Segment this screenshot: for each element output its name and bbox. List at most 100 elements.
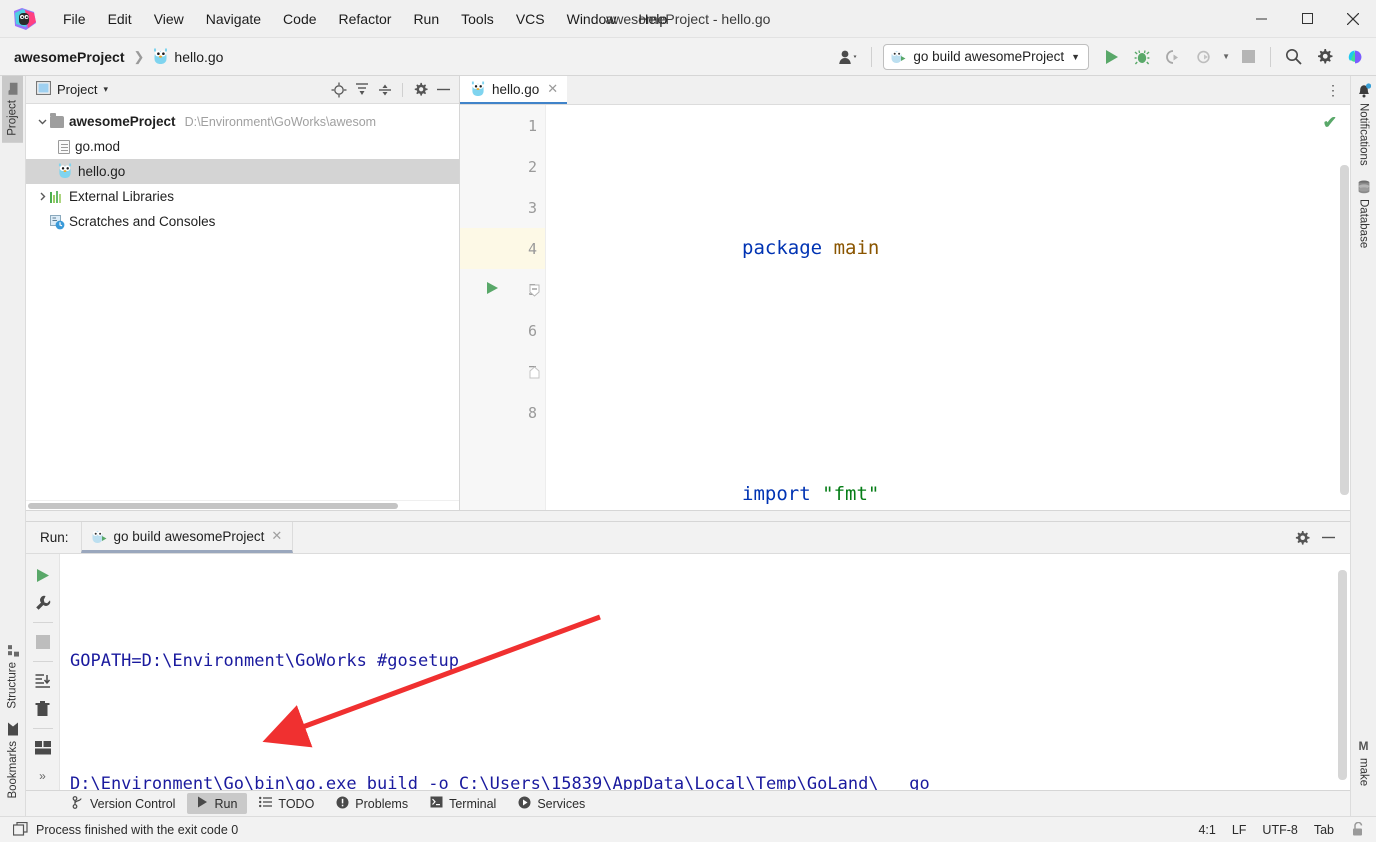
- run-session-tab[interactable]: go build awesomeProject ✕: [80, 522, 294, 553]
- lock-icon[interactable]: [1350, 822, 1366, 838]
- collapse-all-icon[interactable]: [375, 80, 394, 99]
- more-options-icon[interactable]: ⋮: [1326, 83, 1340, 97]
- menu-item-edit[interactable]: Edit: [97, 7, 143, 31]
- project-dropdown-caret-icon[interactable]: ▾: [103, 84, 108, 95]
- console-line: D:\Environment\Go\bin\go.exe build -o C:…: [70, 774, 930, 790]
- terminal-icon: [430, 796, 443, 811]
- editor-tab-hello-go[interactable]: hello.go ✕: [460, 76, 568, 104]
- fold-close-icon[interactable]: [528, 365, 541, 379]
- stop-icon[interactable]: [30, 629, 56, 655]
- search-icon[interactable]: [1280, 44, 1306, 70]
- menu-item-window[interactable]: Window: [556, 7, 628, 31]
- settings-gear-icon[interactable]: [1311, 44, 1337, 70]
- toolbar-divider: [871, 46, 873, 67]
- editor-gutter[interactable]: 1 2 3 4 5: [460, 105, 546, 510]
- run-settings-gear-icon[interactable]: [1292, 528, 1311, 547]
- tree-label: awesomeProject: [69, 114, 176, 129]
- editor-tab-actions: ⋮: [1326, 76, 1350, 104]
- profile-dropdown-caret-icon[interactable]: ▼: [1222, 52, 1230, 61]
- close-button[interactable]: [1330, 0, 1376, 38]
- trash-icon[interactable]: [30, 696, 56, 722]
- wrench-icon[interactable]: [30, 590, 56, 616]
- run-panel-header: Run: go build awesomeProject ✕: [26, 522, 1350, 554]
- locate-file-icon[interactable]: [329, 80, 348, 99]
- sidebar-item-make[interactable]: M make: [1354, 732, 1374, 816]
- project-settings-gear-icon[interactable]: [411, 80, 430, 99]
- ai-assistant-icon[interactable]: [1342, 44, 1368, 70]
- horizontal-splitter[interactable]: [26, 510, 1350, 522]
- editor-body: 1 2 3 4 5: [460, 105, 1350, 510]
- tree-row-hello-go[interactable]: hello.go: [26, 159, 459, 184]
- breadcrumb-file[interactable]: hello.go: [174, 49, 223, 65]
- hide-run-panel-icon[interactable]: [1319, 528, 1338, 547]
- run-gutter-marker-icon[interactable]: [486, 281, 499, 298]
- sidebar-item-notifications[interactable]: Notifications: [1353, 76, 1375, 173]
- editor-scrollbar[interactable]: [1340, 165, 1349, 495]
- menu-item-refactor[interactable]: Refactor: [328, 7, 403, 31]
- expand-all-icon[interactable]: [352, 80, 371, 99]
- tree-row-awesomeproject[interactable]: awesomeProject D:\Environment\GoWorks\aw…: [26, 109, 459, 134]
- console-output[interactable]: GOPATH=D:\Environment\GoWorks #gosetup D…: [60, 554, 1350, 790]
- menu-item-navigate[interactable]: Navigate: [195, 7, 272, 31]
- chevron-down-icon[interactable]: [34, 117, 50, 126]
- navigation-bar: awesomeProject ❯ hello.go go build aweso…: [0, 38, 1376, 76]
- menu-item-code[interactable]: Code: [272, 7, 327, 31]
- expand-gutter-icon[interactable]: »: [30, 763, 56, 789]
- tree-row-go-mod[interactable]: go.mod: [26, 134, 459, 159]
- close-session-icon[interactable]: ✕: [271, 528, 282, 544]
- close-tab-icon[interactable]: ✕: [547, 81, 558, 97]
- profile-icon[interactable]: [1191, 44, 1217, 70]
- maximize-button[interactable]: [1284, 0, 1330, 38]
- tab-terminal[interactable]: Terminal: [420, 793, 506, 814]
- caret-position[interactable]: 4:1: [1198, 823, 1215, 837]
- project-tree[interactable]: awesomeProject D:\Environment\GoWorks\aw…: [26, 104, 459, 500]
- layout-icon[interactable]: [30, 735, 56, 761]
- sidebar-item-database[interactable]: Database: [1353, 173, 1375, 255]
- tab-version-control[interactable]: Version Control: [62, 793, 185, 815]
- run-config-label: go build awesomeProject: [913, 49, 1065, 64]
- code-text-area[interactable]: package main import "fmt": [546, 105, 1336, 510]
- console-scrollbar[interactable]: [1338, 570, 1347, 780]
- sidebar-item-project[interactable]: Project: [2, 76, 23, 143]
- stop-button[interactable]: [1235, 44, 1261, 70]
- inspection-ok-icon[interactable]: ✔: [1323, 113, 1337, 133]
- sidebar-item-structure[interactable]: Structure: [2, 638, 23, 716]
- project-tool-window: Project ▾ awesomeProject D:\Environment\…: [26, 76, 460, 510]
- file-encoding[interactable]: UTF-8: [1262, 823, 1297, 837]
- line-separator[interactable]: LF: [1232, 823, 1247, 837]
- status-window-icon[interactable]: [12, 822, 28, 838]
- intention-bulb-icon[interactable]: [573, 460, 586, 473]
- gopher-icon: [58, 163, 73, 180]
- chevron-right-icon[interactable]: [34, 192, 50, 201]
- rerun-icon[interactable]: [30, 562, 56, 588]
- tab-services[interactable]: Services: [508, 793, 595, 815]
- menu-item-tools[interactable]: Tools: [450, 7, 505, 31]
- menu-label: File: [63, 10, 86, 27]
- tab-todo[interactable]: TODO: [249, 793, 324, 814]
- menu-item-run[interactable]: Run: [402, 7, 450, 31]
- menu-item-help[interactable]: Help: [627, 7, 678, 31]
- menu-item-file[interactable]: File: [52, 7, 97, 31]
- tree-row-external-libraries[interactable]: External Libraries: [26, 184, 459, 209]
- hide-panel-icon[interactable]: [434, 80, 453, 99]
- breadcrumb-project[interactable]: awesomeProject: [14, 49, 125, 65]
- account-icon[interactable]: [836, 44, 862, 70]
- fold-open-icon[interactable]: [528, 283, 541, 297]
- menu-item-view[interactable]: View: [143, 7, 195, 31]
- minimize-button[interactable]: [1238, 0, 1284, 38]
- indent-setting[interactable]: Tab: [1314, 823, 1334, 837]
- goland-window: File Edit View Navigate Code Refactor Ru…: [0, 0, 1376, 842]
- scroll-to-end-icon[interactable]: [30, 668, 56, 694]
- tree-row-scratches-and-consoles[interactable]: Scratches and Consoles: [26, 209, 459, 234]
- run-button[interactable]: [1098, 44, 1124, 70]
- menu-item-vcs[interactable]: VCS: [505, 7, 556, 31]
- sidebar-item-bookmarks[interactable]: Bookmarks: [3, 715, 23, 806]
- editor-tab-label: hello.go: [492, 81, 540, 97]
- debug-button[interactable]: [1129, 44, 1155, 70]
- project-horizontal-scrollbar[interactable]: [26, 500, 459, 510]
- tab-problems[interactable]: Problems: [326, 793, 418, 815]
- run-configuration-selector[interactable]: go build awesomeProject ▼: [883, 43, 1090, 70]
- tab-run[interactable]: Run: [187, 793, 248, 814]
- run-with-coverage-icon[interactable]: [1160, 44, 1186, 70]
